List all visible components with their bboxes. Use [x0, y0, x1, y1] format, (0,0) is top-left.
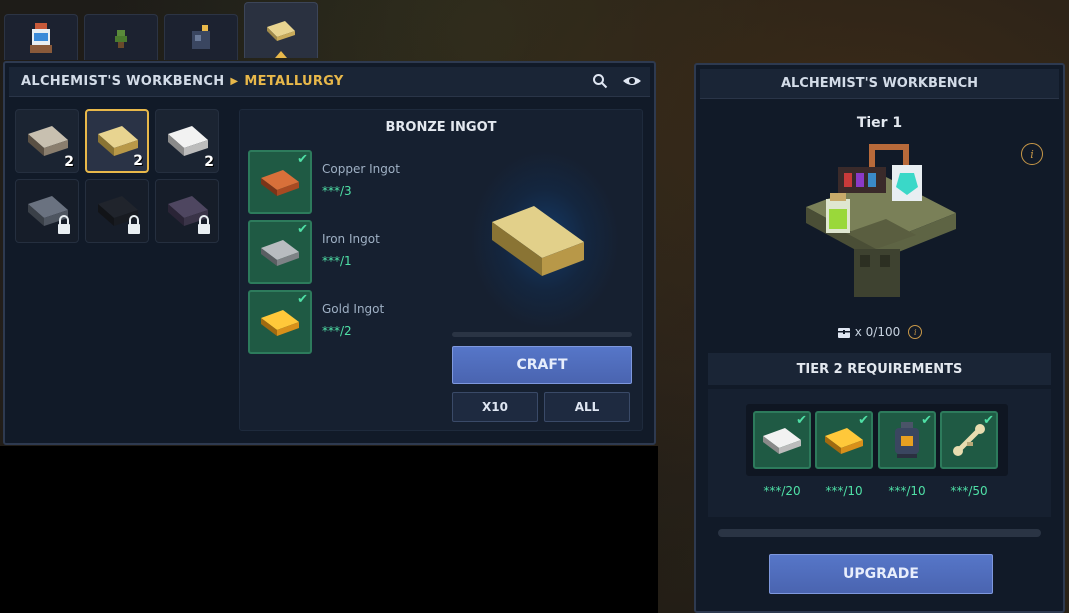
- inventory-slot-locked[interactable]: [85, 179, 149, 243]
- workbench-icon: [806, 144, 956, 297]
- bronze-ingot-preview-icon: [492, 206, 584, 276]
- inventory-slot-locked[interactable]: [155, 179, 219, 243]
- inventory-slot-locked[interactable]: [15, 179, 79, 243]
- ingredient-qty: ***/3: [322, 184, 352, 198]
- upgrade-panel: ALCHEMIST'S WORKBENCH Tier 1 i x 0/100 i…: [694, 63, 1065, 613]
- item-count: 2: [64, 154, 74, 170]
- locked-ingot-icon: [98, 196, 140, 234]
- item-preview: [470, 150, 620, 330]
- item-count: 2: [204, 154, 214, 170]
- ingredient-slot: ✔: [248, 220, 312, 284]
- ingredient-row[interactable]: ✔ Iron Ingot ***/1: [248, 220, 448, 284]
- ingredient-slot: ✔: [248, 290, 312, 354]
- requirements-panel: ✔ ✔ ✔ ✔ ***/20 ***/10 ***/10 ***/50: [708, 389, 1051, 517]
- ingredient-qty: ***/1: [322, 254, 352, 268]
- inventory-slot[interactable]: 2: [15, 109, 79, 173]
- ingredient-qty: ***/2: [322, 324, 352, 338]
- craft-progress-bar: [452, 332, 632, 337]
- check-icon: ✔: [796, 413, 807, 428]
- upgrade-progress-bar: [718, 529, 1041, 537]
- check-icon: ✔: [921, 413, 932, 428]
- tab-potions[interactable]: [4, 14, 78, 60]
- craft-all-button[interactable]: ALL: [544, 392, 630, 422]
- herb-icon: [115, 29, 127, 48]
- recipe-title: BRONZE INGOT: [385, 120, 497, 135]
- locked-ingot-icon: [168, 196, 210, 234]
- bomb-icon: [192, 24, 210, 49]
- storage-info-icon[interactable]: i: [908, 325, 923, 339]
- locked-ingot-icon: [28, 196, 70, 234]
- ingredient-row[interactable]: ✔ Gold Ingot ***/2: [248, 290, 448, 354]
- requirement-qty: ***/20: [763, 484, 801, 498]
- craft-button[interactable]: CRAFT: [452, 346, 632, 384]
- empty-area: [0, 446, 658, 613]
- storage-text: x 0/100: [854, 325, 901, 339]
- check-icon: ✔: [858, 413, 869, 428]
- craft-x10-button[interactable]: X10: [452, 392, 538, 422]
- requirement-qty: ***/50: [950, 484, 988, 498]
- requirement-slot[interactable]: ✔: [878, 411, 936, 469]
- check-icon: ✔: [297, 292, 308, 307]
- ingredient-name: Copper Ingot: [322, 162, 400, 176]
- recipe-panel: BRONZE INGOT ✔ Copper Ingot ***/3 ✔ Iron…: [239, 109, 643, 431]
- check-icon: ✔: [297, 152, 308, 167]
- ingredient-name: Gold Ingot: [322, 302, 385, 316]
- tab-metallurgy[interactable]: [244, 2, 318, 58]
- info-icon[interactable]: i: [1021, 143, 1043, 165]
- ingredient-name: Iron Ingot: [322, 232, 380, 246]
- upgrade-panel-title: ALCHEMIST'S WORKBENCH: [700, 69, 1059, 99]
- requirement-qty: ***/10: [888, 484, 926, 498]
- ingredient-slot: ✔: [248, 150, 312, 214]
- eye-icon[interactable]: [622, 73, 642, 89]
- potion-table-icon: [30, 22, 52, 53]
- crafting-panel: ALCHEMIST'S WORKBENCH ▶ METALLURGY 2 2 2…: [3, 61, 656, 445]
- copper-ingot-icon: [261, 170, 299, 196]
- tab-bombs[interactable]: [164, 14, 238, 60]
- breadcrumb-root[interactable]: ALCHEMIST'S WORKBENCH: [21, 74, 224, 89]
- requirement-slot[interactable]: ✔: [753, 411, 811, 469]
- breadcrumb-current: METALLURGY: [244, 74, 344, 89]
- search-icon[interactable]: [592, 73, 608, 89]
- requirement-qty: ***/10: [825, 484, 863, 498]
- check-icon: ✔: [297, 222, 308, 237]
- storage-counter: x 0/100 i: [696, 325, 1063, 339]
- ingredient-row[interactable]: ✔ Copper Ingot ***/3: [248, 150, 448, 214]
- breadcrumb: ALCHEMIST'S WORKBENCH ▶ METALLURGY: [9, 67, 650, 97]
- item-count: 2: [133, 153, 143, 169]
- chest-icon: [837, 328, 850, 338]
- requirement-slot[interactable]: ✔: [940, 411, 998, 469]
- gold-ingot-icon: [261, 310, 299, 336]
- tier-title: Tier 1: [856, 115, 903, 131]
- iron-ingot-icon: [261, 240, 299, 266]
- ingot-icon: [267, 20, 295, 41]
- inventory-slot[interactable]: 2: [155, 109, 219, 173]
- requirement-slot[interactable]: ✔: [815, 411, 873, 469]
- upgrade-button[interactable]: UPGRADE: [769, 554, 993, 594]
- inventory-slot-selected[interactable]: 2: [85, 109, 149, 173]
- breadcrumb-arrow-icon: ▶: [230, 76, 239, 87]
- tab-herbs[interactable]: [84, 14, 158, 60]
- check-icon: ✔: [983, 413, 994, 428]
- requirements-title: TIER 2 REQUIREMENTS: [708, 353, 1051, 385]
